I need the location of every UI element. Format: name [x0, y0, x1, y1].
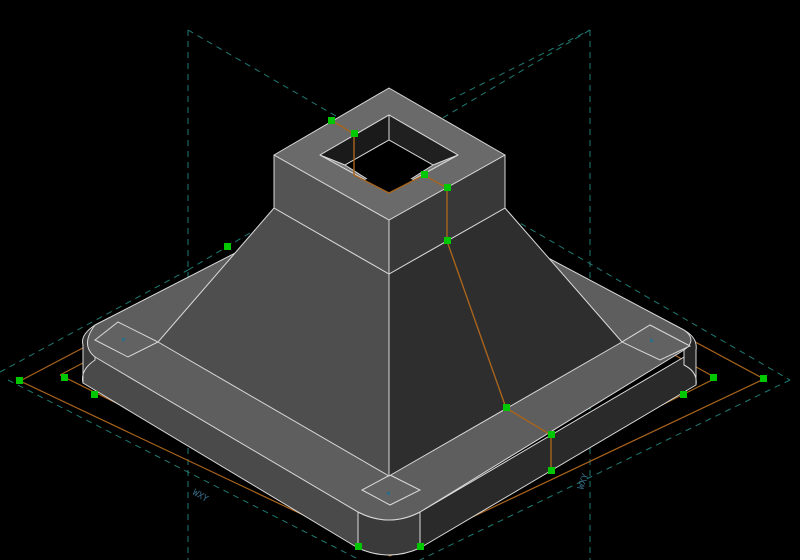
square-grip-icon[interactable]: [548, 467, 555, 474]
square-grip-icon[interactable]: [760, 375, 767, 382]
square-grip-icon[interactable]: [444, 184, 451, 191]
square-grip-icon[interactable]: [355, 543, 362, 550]
cad-3d-viewport[interactable]: WXY WXY: [0, 0, 800, 560]
square-grip-icon[interactable]: [417, 543, 424, 550]
square-grip-icon[interactable]: [548, 431, 555, 438]
square-grip-icon[interactable]: [224, 243, 231, 250]
square-grip-icon[interactable]: [444, 237, 451, 244]
square-grip-icon[interactable]: [710, 374, 717, 381]
square-grip-icon[interactable]: [61, 374, 68, 381]
square-grip-icon[interactable]: [503, 404, 510, 411]
square-grip-icon[interactable]: [680, 391, 687, 398]
square-grip-icon[interactable]: [16, 377, 23, 384]
square-grip-icon[interactable]: [421, 171, 428, 178]
square-grip-icon[interactable]: [328, 117, 335, 124]
square-grip-icon[interactable]: [91, 391, 98, 398]
square-grip-icon[interactable]: [351, 130, 358, 137]
